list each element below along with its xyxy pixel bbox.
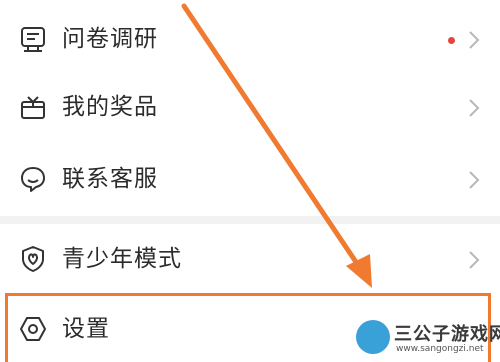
menu-item-label: 我的奖品 <box>62 94 158 120</box>
chevron-right-icon <box>468 98 480 118</box>
site-watermark: 三公子游戏网 www.sangongzi.net <box>352 318 500 362</box>
watermark-title: 三公子游戏网 <box>394 324 500 345</box>
watermark-url: www.sangongzi.net <box>396 344 484 354</box>
menu-item-label: 联系客服 <box>62 166 158 192</box>
menu-item-label: 问卷调研 <box>62 26 158 52</box>
chevron-right-icon <box>468 250 480 270</box>
watermark-logo <box>356 320 390 354</box>
chevron-right-icon <box>468 30 480 50</box>
menu-item-label: 青少年模式 <box>62 246 182 272</box>
survey-icon <box>18 24 48 54</box>
customer-service-icon <box>18 164 48 194</box>
menu-item-youth-mode[interactable]: 青少年模式 <box>0 224 500 296</box>
notification-dot <box>448 37 455 44</box>
menu-item-survey[interactable]: 问卷调研 <box>0 4 500 76</box>
youth-mode-shield-icon <box>18 244 48 274</box>
chevron-right-icon <box>468 170 480 190</box>
menu-item-my-prizes[interactable]: 我的奖品 <box>0 72 500 144</box>
menu-item-customer-service[interactable]: 联系客服 <box>0 144 500 216</box>
gift-icon <box>18 92 48 122</box>
